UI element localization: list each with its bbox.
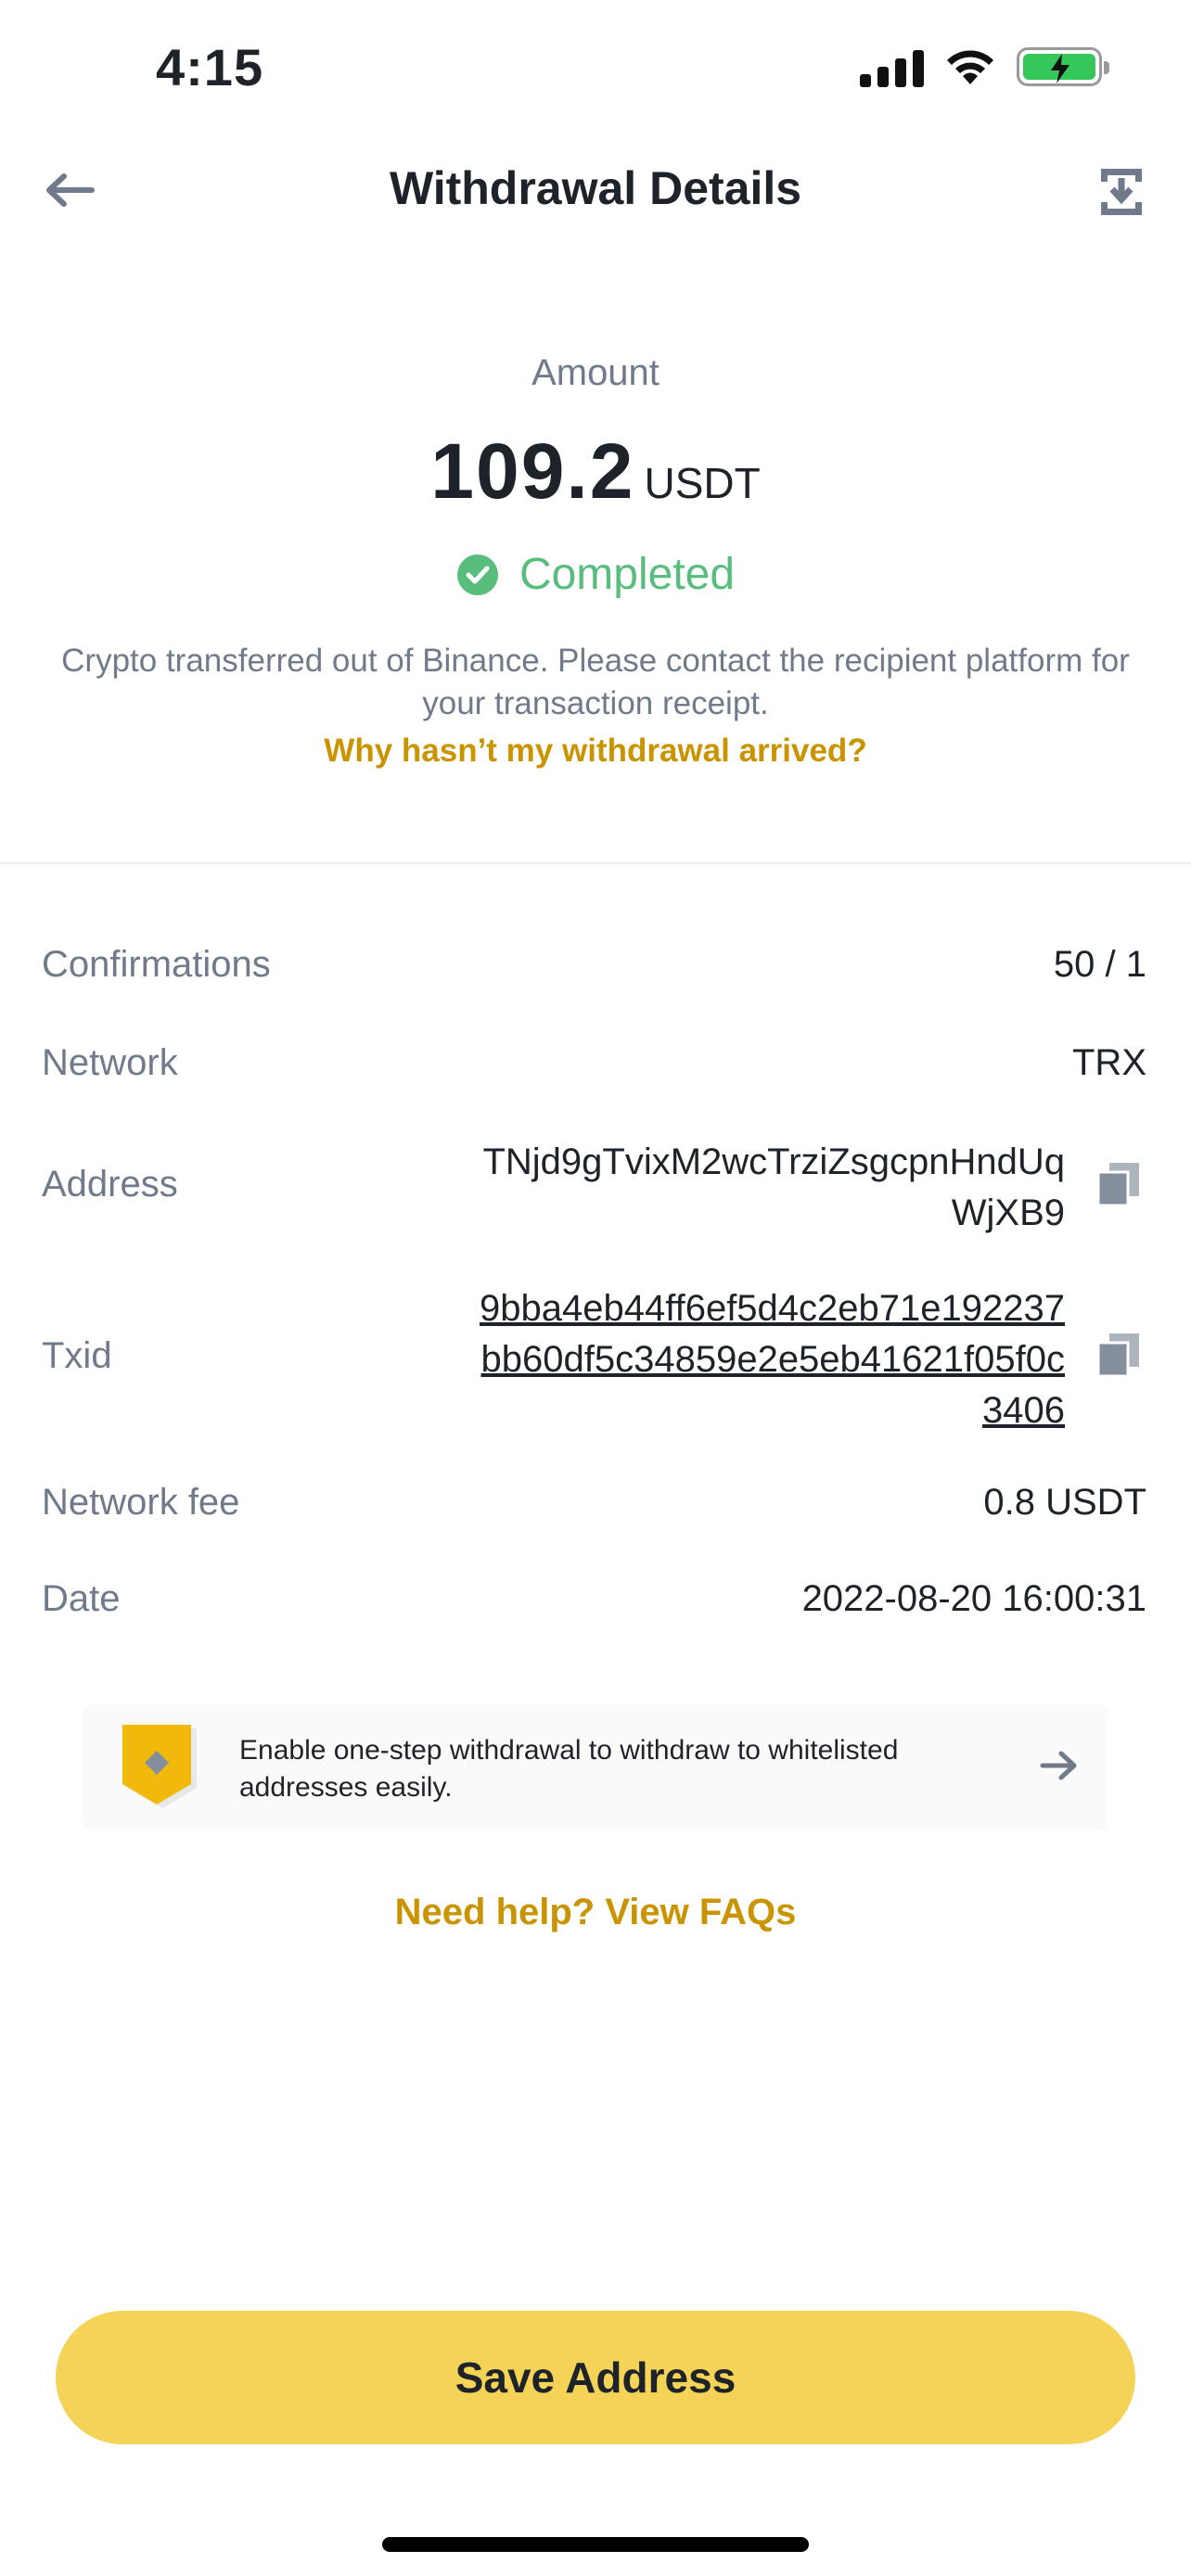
home-indicator [382,2537,809,2552]
date-label: Date [42,1578,121,1619]
save-address-button[interactable]: Save Address [56,2311,1135,2444]
status-bar: 4:15 [0,0,1191,139]
cellular-signal-icon [860,46,924,87]
amount-label: Amount [531,352,660,393]
network-label: Network [42,1042,178,1083]
faq-link[interactable]: Need help? View FAQs [0,1892,1191,1933]
network-fee-label: Network fee [42,1482,240,1523]
date-value: 2022-08-20 16:00:31 [801,1578,1146,1619]
status-icons [860,46,1109,87]
copy-txid-icon[interactable] [1095,1330,1143,1378]
download-button[interactable] [1089,159,1154,224]
copy-address-icon[interactable] [1095,1159,1143,1207]
header: Withdrawal Details [0,148,1191,232]
amount-unit: USDT [644,459,761,507]
amount-value: 109.2 [430,427,635,515]
banner-text-line: Enable one-step withdrawal to withdraw t… [239,1735,899,1766]
status-text: Completed [519,550,736,599]
network-fee-value: 0.8 USDT [983,1482,1146,1523]
address-line: TNjd9gTvixM2wcTrziZsgcpnHndUq [482,1141,1065,1182]
txid-line: 9bba4eb44ff6ef5d4c2eb71e192237 [479,1288,1065,1329]
withdrawal-help-link[interactable]: Why hasn’t my withdrawal arrived? [0,733,1191,770]
confirmations-label: Confirmations [42,944,271,985]
status-time: 4:15 [156,38,264,96]
shield-icon [122,1725,197,1808]
check-circle-icon [456,554,498,595]
info-text: Crypto transferred out of Binance. Pleas… [61,643,1130,721]
download-icon [1101,169,1142,215]
address-line: WjXB9 [951,1192,1065,1233]
wifi-icon [947,50,993,84]
amount: 109.2 USDT [0,427,1191,516]
banner-text-line: addresses easily. [239,1772,453,1803]
confirmations-value: 50 / 1 [1053,944,1146,985]
txid-line: 3406 [982,1390,1065,1431]
battery-icon [1017,47,1109,86]
txid-label: Txid [42,1335,112,1376]
txid-line: bb60df5c34859e2e5eb41621f05f0c [480,1339,1066,1380]
page-title: Withdrawal Details [389,162,802,214]
txid-link[interactable]: 9bba4eb44ff6ef5d4c2eb71e192237 bb60df5c3… [480,1283,1065,1436]
one-step-withdrawal-banner[interactable]: Enable one-step withdrawal to withdraw t… [83,1704,1108,1830]
address-label: Address [42,1164,178,1205]
divider [0,862,1191,864]
arrow-right-icon [1040,1751,1077,1780]
network-value: TRX [1072,1042,1146,1083]
banner-text: Enable one-step withdrawal to withdraw t… [239,1732,1000,1806]
address-value: TNjd9gTvixM2wcTrziZsgcpnHndUq WjXB9 [482,1137,1065,1239]
status-badge: Completed [0,549,1191,600]
